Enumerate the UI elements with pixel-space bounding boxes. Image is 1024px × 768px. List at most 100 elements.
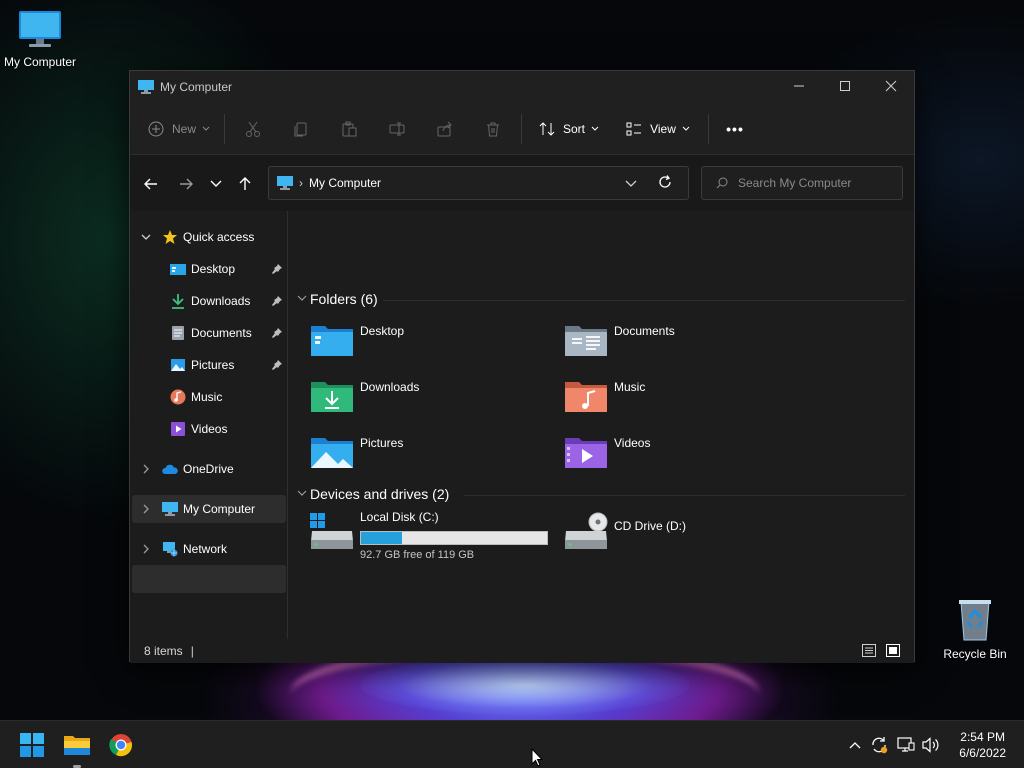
sidebar-item-pictures[interactable]: Pictures	[132, 351, 286, 379]
folder-tile-music[interactable]: Music	[564, 378, 804, 418]
arrow-up-icon	[239, 177, 251, 190]
cut-button[interactable]	[229, 113, 277, 145]
address-row: › My Computer	[130, 155, 914, 211]
new-button[interactable]: New	[148, 113, 220, 145]
tiles-view-icon	[886, 644, 900, 657]
pin-icon[interactable]	[272, 296, 282, 306]
sort-button[interactable]: Sort	[526, 113, 612, 145]
chevron-down-icon	[625, 180, 637, 187]
minimize-button[interactable]	[776, 71, 822, 101]
details-view-button[interactable]	[862, 644, 876, 660]
refresh-button[interactable]	[658, 175, 672, 192]
navigation-pane: Quick access Desktop Downloads Documents…	[130, 211, 288, 639]
folder-tile-videos[interactable]: Videos	[564, 434, 804, 474]
paste-button[interactable]	[325, 113, 373, 145]
toolbar-separator	[521, 113, 522, 144]
recycle-bin-icon	[959, 600, 991, 641]
close-button[interactable]	[868, 71, 914, 101]
delete-button[interactable]	[469, 113, 517, 145]
sidebar-item-desktop[interactable]: Desktop	[132, 255, 286, 283]
tray-network[interactable]	[896, 735, 916, 755]
copy-button[interactable]	[277, 113, 325, 145]
monitor-icon	[162, 502, 178, 516]
share-button[interactable]	[421, 113, 469, 145]
view-button[interactable]: View	[612, 113, 704, 145]
sidebar-item-documents[interactable]: Documents	[132, 319, 286, 347]
pin-icon[interactable]	[272, 264, 282, 274]
taskbar-file-explorer[interactable]	[57, 729, 97, 761]
folder-label: Videos	[614, 436, 651, 450]
recent-locations-button[interactable]	[203, 171, 229, 197]
chevron-right-icon	[143, 544, 149, 554]
file-explorer-window: My Computer New Sort View ••• › My Compu…	[129, 70, 915, 663]
chevron-down-icon	[682, 126, 690, 131]
sidebar-item-label: Documents	[191, 326, 252, 340]
sidebar-item-quick-access[interactable]: Quick access	[132, 223, 286, 251]
maximize-button[interactable]	[822, 71, 868, 101]
desktop-icon-label: My Computer	[3, 55, 77, 69]
volume-icon	[922, 737, 939, 753]
back-button[interactable]	[138, 171, 164, 197]
desktop-folder-icon	[311, 326, 353, 356]
sort-icon	[539, 121, 555, 136]
sidebar-item-downloads[interactable]: Downloads	[132, 287, 286, 315]
address-bar[interactable]: › My Computer	[268, 166, 689, 200]
tray-volume[interactable]	[921, 735, 941, 755]
taskbar-clock[interactable]: 2:54 PM 6/6/2022	[959, 729, 1006, 761]
more-options-button[interactable]: •••	[713, 113, 757, 145]
desktop-icon-label: Recycle Bin	[943, 647, 1007, 661]
show-hidden-icons-button[interactable]	[845, 735, 865, 755]
folder-tile-desktop[interactable]: Desktop	[310, 322, 550, 362]
folders-group-title: Folders (6)	[310, 291, 378, 307]
tray-sync[interactable]	[869, 735, 889, 755]
folder-tile-documents[interactable]: Documents	[564, 322, 804, 362]
sidebar-item-label: Videos	[191, 422, 228, 436]
taskbar-chrome[interactable]	[101, 729, 141, 761]
document-icon	[172, 326, 184, 340]
forward-button[interactable]	[173, 171, 199, 197]
rename-button[interactable]	[373, 113, 421, 145]
arrow-left-icon	[144, 178, 157, 190]
folder-tile-pictures[interactable]: Pictures	[310, 434, 550, 474]
start-button[interactable]	[12, 729, 52, 761]
group-divider	[464, 495, 905, 496]
cloud-icon	[162, 464, 178, 474]
address-history-button[interactable]	[625, 177, 637, 191]
chrome-icon	[109, 734, 132, 757]
breadcrumb-location[interactable]: My Computer	[309, 176, 381, 190]
sidebar-item-music[interactable]: Music	[132, 383, 286, 411]
sidebar-item-label: Quick access	[183, 230, 255, 244]
desktop-icon-my-computer[interactable]: My Computer	[0, 10, 80, 69]
taskbar: 2:54 PM 6/6/2022	[0, 720, 1024, 768]
sidebar-item-label: Desktop	[191, 262, 236, 276]
start-icon	[20, 733, 44, 757]
tiles-view-button[interactable]	[886, 644, 900, 660]
maximize-icon	[840, 81, 850, 91]
sidebar-item-label: My Computer	[183, 502, 256, 516]
chevron-down-icon	[141, 234, 151, 240]
trash-icon	[487, 122, 499, 136]
search-input[interactable]	[738, 176, 888, 190]
drive-tile-c[interactable]: Local Disk (C:) 92.7 GB free of 119 GB	[310, 510, 550, 561]
clock-time: 2:54 PM	[960, 730, 1005, 744]
desktop-icon-recycle-bin[interactable]: Recycle Bin	[935, 598, 1015, 661]
folders-group-header[interactable]: Folders (6)	[296, 291, 378, 307]
up-button[interactable]	[232, 171, 258, 197]
pin-icon[interactable]	[272, 328, 282, 338]
chevron-down-icon	[210, 180, 222, 187]
sidebar-item-onedrive[interactable]: OneDrive	[132, 455, 286, 483]
command-bar: New Sort View •••	[130, 103, 914, 155]
title-bar[interactable]: My Computer	[130, 71, 914, 103]
drive-tile-d[interactable]: CD Drive (D:)	[564, 511, 804, 561]
drives-group-header[interactable]: Devices and drives (2)	[296, 486, 449, 502]
share-icon	[437, 121, 452, 136]
folder-tile-downloads[interactable]: Downloads	[310, 378, 550, 418]
pin-icon[interactable]	[272, 360, 282, 370]
network-icon	[897, 737, 915, 752]
sidebar-item-network[interactable]: Network	[132, 535, 286, 563]
sidebar-item-my-computer[interactable]: My Computer	[132, 495, 286, 523]
sidebar-item-videos[interactable]: Videos	[132, 415, 286, 443]
folder-label: Pictures	[360, 436, 404, 450]
more-icon: •••	[726, 120, 744, 137]
status-bar: 8 items |	[130, 639, 914, 663]
